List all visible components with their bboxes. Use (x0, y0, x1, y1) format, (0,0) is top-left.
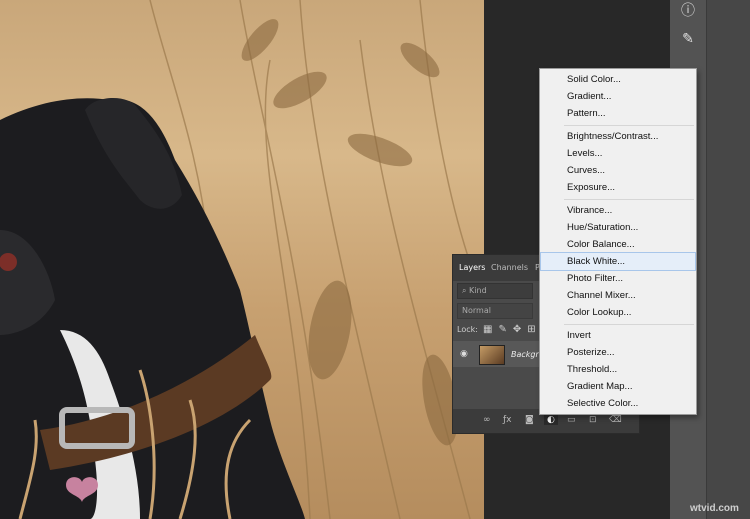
menu-item-photo-filter[interactable]: Photo Filter... (541, 270, 695, 287)
menu-item-brightness-contrast[interactable]: Brightness/Contrast... (541, 128, 695, 145)
menu-item-gradient-map[interactable]: Gradient Map... (541, 378, 695, 395)
lock-icons[interactable]: ▦✎✥⊞ (483, 324, 542, 335)
filter-kind-label: Kind (469, 286, 487, 295)
brush-settings-icon[interactable]: ✎ (677, 28, 699, 50)
lock-label: Lock: (457, 325, 478, 334)
menu-item-levels[interactable]: Levels... (541, 145, 695, 162)
dog-in-wheat-image (0, 0, 484, 519)
menu-item-threshold[interactable]: Threshold... (541, 361, 695, 378)
layer-thumbnail (479, 345, 505, 365)
menu-separator (564, 199, 694, 200)
menu-item-channel-mixer[interactable]: Channel Mixer... (541, 287, 695, 304)
tab-layers[interactable]: Layers (459, 263, 485, 272)
canvas-photo (0, 0, 484, 519)
folder-icon[interactable]: ▭ (567, 415, 576, 425)
blend-mode-select[interactable]: Normal (457, 303, 533, 319)
trash-icon[interactable]: ⌫ (609, 415, 622, 425)
menu-item-color-lookup[interactable]: Color Lookup... (541, 304, 695, 321)
watermark: wtvid.com (690, 503, 739, 514)
info-icon[interactable]: ⓘ (677, 0, 699, 22)
menu-item-black-white[interactable]: Black White... (540, 252, 696, 271)
menu-separator (564, 324, 694, 325)
menu-item-exposure[interactable]: Exposure... (541, 179, 695, 196)
new-layer-icon[interactable]: ⊡ (589, 415, 597, 425)
menu-item-color-balance[interactable]: Color Balance... (541, 236, 695, 253)
menu-item-gradient[interactable]: Gradient... (541, 88, 695, 105)
adjustment-layer-menu: Solid Color... Gradient... Pattern... Br… (539, 68, 697, 415)
menu-separator (564, 125, 694, 126)
menu-item-pattern[interactable]: Pattern... (541, 105, 695, 122)
menu-item-vibrance[interactable]: Vibrance... (541, 202, 695, 219)
menu-item-solid-color[interactable]: Solid Color... (541, 71, 695, 88)
adjustment-icon[interactable]: ◐ (544, 415, 558, 425)
menu-item-posterize[interactable]: Posterize... (541, 344, 695, 361)
menu-item-selective-color[interactable]: Selective Color... (541, 395, 695, 412)
menu-item-curves[interactable]: Curves... (541, 162, 695, 179)
eye-icon[interactable]: ◉ (460, 349, 468, 359)
layer-filter-kind[interactable]: ⌕ Kind (457, 283, 533, 299)
mask-icon[interactable]: ◙ (525, 415, 534, 425)
menu-item-invert[interactable]: Invert (541, 327, 695, 344)
fx-icon[interactable]: ƒx (503, 415, 512, 425)
tab-channels[interactable]: Channels (491, 263, 528, 272)
link-icon[interactable]: ∞ (483, 415, 491, 425)
search-icon: ⌕ (462, 286, 470, 295)
menu-item-hue-saturation[interactable]: Hue/Saturation... (541, 219, 695, 236)
